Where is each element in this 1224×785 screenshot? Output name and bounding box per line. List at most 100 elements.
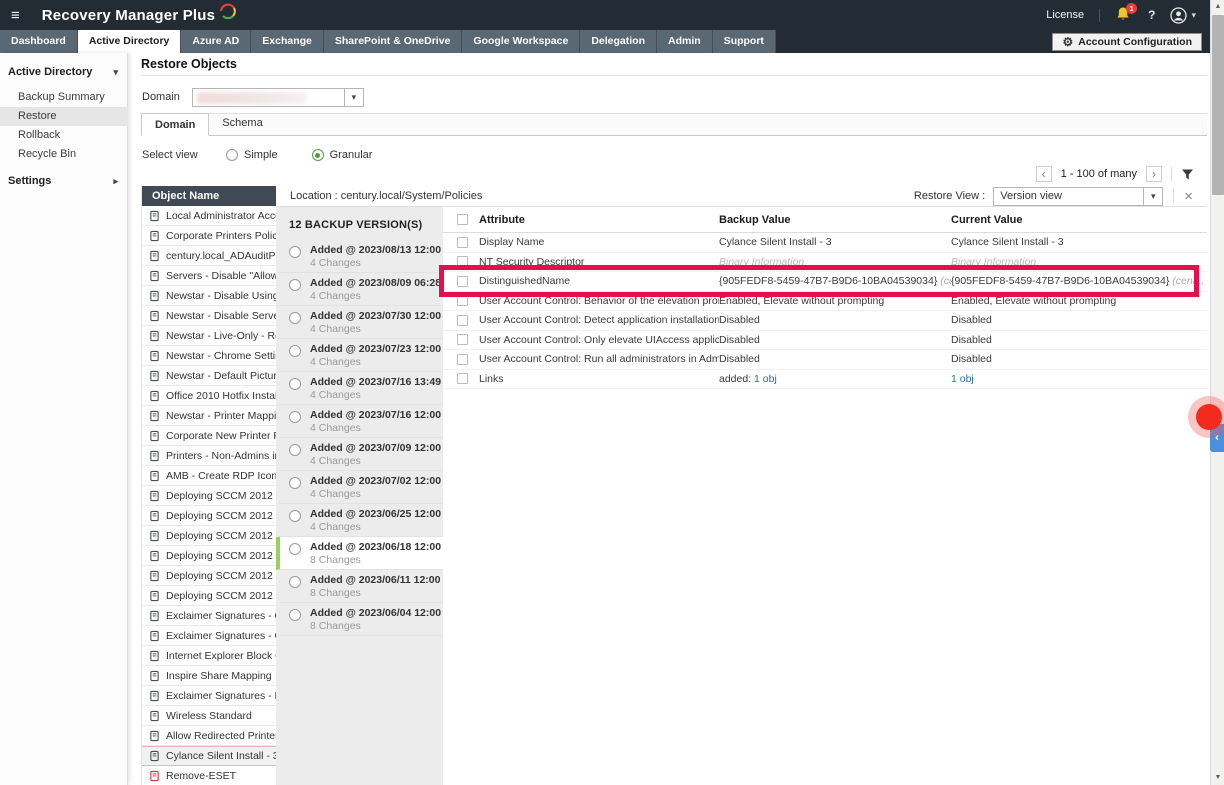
radio-unchecked-icon[interactable] bbox=[289, 477, 301, 489]
radio-unchecked-icon[interactable] bbox=[289, 246, 301, 258]
backup-version-item[interactable]: Added @ 2023/08/09 06:284 Changes bbox=[276, 273, 443, 306]
radio-unchecked-icon[interactable] bbox=[289, 279, 301, 291]
checkbox[interactable] bbox=[457, 373, 468, 384]
object-list-item[interactable]: Internet Explorer Block C bbox=[142, 646, 276, 666]
sidebar-section-settings[interactable]: Settings ▸ bbox=[0, 171, 128, 191]
radio-unchecked-icon[interactable] bbox=[289, 444, 301, 456]
object-list-item[interactable]: Servers - Disable "Allow n bbox=[142, 266, 276, 286]
restore-view-select[interactable]: Version view ▾ bbox=[993, 187, 1163, 206]
prev-page-button[interactable]: ‹ bbox=[1036, 166, 1052, 182]
panel-collapse-handle[interactable]: ‹ bbox=[1210, 424, 1224, 452]
object-list-item[interactable]: Newstar - Disable Server bbox=[142, 306, 276, 326]
tab-azure-ad[interactable]: Azure AD bbox=[181, 30, 251, 53]
radio-unchecked-icon[interactable] bbox=[289, 576, 301, 588]
object-list-item[interactable]: Deploying SCCM 2012 Cli bbox=[142, 486, 276, 506]
backup-version-item[interactable]: Added @ 2023/06/25 12:004 Changes bbox=[276, 504, 443, 537]
tab-dashboard[interactable]: Dashboard bbox=[0, 30, 78, 53]
backup-version-item[interactable]: Added @ 2023/06/04 12:008 Changes bbox=[276, 603, 443, 636]
object-list-item[interactable]: Office 2010 Hotfix Install bbox=[142, 386, 276, 406]
links-backup-link[interactable]: 1 obj bbox=[754, 373, 777, 385]
object-list-item[interactable]: Inspire Share Mapping bbox=[142, 666, 276, 686]
radio-unchecked-icon[interactable] bbox=[289, 543, 301, 555]
object-list-item[interactable]: Allow Redirected Printers bbox=[142, 726, 276, 746]
object-list-item[interactable]: Deploying SCCM 2012 Cli bbox=[142, 546, 276, 566]
radio-unchecked-icon[interactable] bbox=[289, 609, 301, 621]
sidebar-section-active-directory[interactable]: Active Directory ▾ bbox=[0, 62, 128, 82]
object-list-item[interactable]: Wireless Standard bbox=[142, 706, 276, 726]
notification-bell-icon[interactable]: 1 bbox=[1115, 6, 1133, 24]
object-list-item[interactable]: Deploying SCCM 2012 Cli bbox=[142, 526, 276, 546]
close-icon[interactable]: × bbox=[1184, 189, 1193, 204]
object-list-item[interactable]: Local Administrator Accou bbox=[142, 206, 276, 226]
radio-unchecked-icon[interactable] bbox=[289, 378, 301, 390]
object-list-item[interactable]: Deploying SCCM 2012 Cli bbox=[142, 506, 276, 526]
attribute-row[interactable]: User Account Control: Behavior of the el… bbox=[443, 292, 1207, 312]
tab-domain[interactable]: Domain bbox=[141, 113, 209, 136]
radio-unchecked-icon[interactable] bbox=[289, 411, 301, 423]
sidebar-item-backup-summary[interactable]: Backup Summary bbox=[0, 88, 128, 107]
tab-support[interactable]: Support bbox=[713, 30, 776, 53]
radio-unchecked-icon[interactable] bbox=[289, 345, 301, 357]
backup-version-item[interactable]: Added @ 2023/07/02 12:004 Changes bbox=[276, 471, 443, 504]
attribute-row-links[interactable]: Links added: 1 obj 1 obj bbox=[443, 370, 1207, 390]
checkbox[interactable] bbox=[457, 256, 468, 267]
backup-version-item[interactable]: Added @ 2023/08/13 12:004 Changes bbox=[276, 240, 443, 273]
radio-unchecked-icon[interactable] bbox=[226, 149, 238, 161]
tab-delegation[interactable]: Delegation bbox=[580, 30, 657, 53]
user-menu[interactable]: ▾ bbox=[1170, 7, 1196, 24]
backup-version-item[interactable]: Added @ 2023/07/16 13:494 Changes bbox=[276, 372, 443, 405]
checkbox[interactable] bbox=[457, 354, 468, 365]
scroll-up-icon[interactable]: ▲ bbox=[1211, 0, 1224, 14]
radio-checked-icon[interactable] bbox=[312, 149, 324, 161]
backup-version-item[interactable]: Added @ 2023/06/11 12:008 Changes bbox=[276, 570, 443, 603]
tab-exchange[interactable]: Exchange bbox=[251, 30, 324, 53]
backup-version-item[interactable]: Added @ 2023/07/09 12:004 Changes bbox=[276, 438, 443, 471]
radio-unchecked-icon[interactable] bbox=[289, 312, 301, 324]
object-list-item[interactable]: Deploying SCCM 2012 Cli bbox=[142, 586, 276, 606]
object-list-item[interactable]: Exclaimer Signatures - Re bbox=[142, 686, 276, 706]
account-configuration-button[interactable]: ⚙ Account Configuration bbox=[1052, 33, 1202, 51]
object-list-item-selected[interactable]: Cylance Silent Install - 3 bbox=[142, 746, 276, 766]
domain-select[interactable]: ▾ bbox=[192, 88, 364, 107]
radio-granular[interactable]: Granular bbox=[312, 149, 373, 161]
tab-active-directory[interactable]: Active Directory bbox=[78, 30, 182, 53]
checkbox[interactable] bbox=[457, 276, 468, 287]
sidebar-item-rollback[interactable]: Rollback bbox=[0, 126, 128, 145]
object-list-item[interactable]: Corporate New Printer Pol bbox=[142, 426, 276, 446]
sidebar-item-restore[interactable]: Restore bbox=[0, 107, 128, 126]
checkbox[interactable] bbox=[457, 315, 468, 326]
attribute-row[interactable]: User Account Control: Only elevate UIAcc… bbox=[443, 331, 1207, 351]
select-all-checkbox[interactable] bbox=[457, 214, 468, 225]
object-list-item[interactable]: Printers - Non-Admins ins bbox=[142, 446, 276, 466]
object-list-item[interactable]: Newstar - Default Picture bbox=[142, 366, 276, 386]
backup-version-item[interactable]: Added @ 2023/07/23 12:004 Changes bbox=[276, 339, 443, 372]
attribute-row-distinguishedname[interactable]: DistinguishedName {905FEDF8-5459-47B7-B9… bbox=[443, 272, 1207, 292]
attribute-row[interactable]: User Account Control: Detect application… bbox=[443, 311, 1207, 331]
object-list-item[interactable]: Newstar - Printer Mapping bbox=[142, 406, 276, 426]
object-list-item[interactable]: Deploying SCCM 2012 Cli bbox=[142, 566, 276, 586]
object-list-item[interactable]: century.local_ADAuditPlus bbox=[142, 246, 276, 266]
object-list-item[interactable]: Newstar - Disable Using E bbox=[142, 286, 276, 306]
radio-unchecked-icon[interactable] bbox=[289, 510, 301, 522]
attribute-row[interactable]: User Account Control: Run all administra… bbox=[443, 350, 1207, 370]
object-list-item[interactable]: Exclaimer Signatures - Ou bbox=[142, 606, 276, 626]
radio-simple[interactable]: Simple bbox=[226, 149, 278, 161]
tab-sharepoint-onedrive[interactable]: SharePoint & OneDrive bbox=[324, 30, 463, 53]
object-list-item[interactable]: Newstar - Chrome Setting bbox=[142, 346, 276, 366]
attribute-row[interactable]: Display Name Cylance Silent Install - 3 … bbox=[443, 233, 1207, 253]
object-list-item[interactable]: Exclaimer Signatures - Ou bbox=[142, 626, 276, 646]
menu-icon[interactable]: ≡ bbox=[11, 7, 20, 24]
checkbox[interactable] bbox=[457, 295, 468, 306]
tab-admin[interactable]: Admin bbox=[657, 30, 713, 53]
links-current-link[interactable]: 1 obj bbox=[951, 373, 974, 385]
object-list-item[interactable]: AMB - Create RDP Icon bbox=[142, 466, 276, 486]
tab-schema[interactable]: Schema bbox=[209, 112, 275, 135]
filter-button[interactable] bbox=[1181, 168, 1194, 181]
backup-version-item-selected[interactable]: Added @ 2023/06/18 12:008 Changes bbox=[276, 537, 443, 570]
next-page-button[interactable]: › bbox=[1146, 166, 1162, 182]
object-list-item[interactable]: Newstar - Live-Only - Rel bbox=[142, 326, 276, 346]
scroll-down-icon[interactable]: ▼ bbox=[1211, 771, 1224, 785]
backup-version-item[interactable]: Added @ 2023/07/30 12:004 Changes bbox=[276, 306, 443, 339]
checkbox[interactable] bbox=[457, 237, 468, 248]
vertical-scrollbar[interactable]: ▲ ▼ bbox=[1210, 0, 1224, 785]
